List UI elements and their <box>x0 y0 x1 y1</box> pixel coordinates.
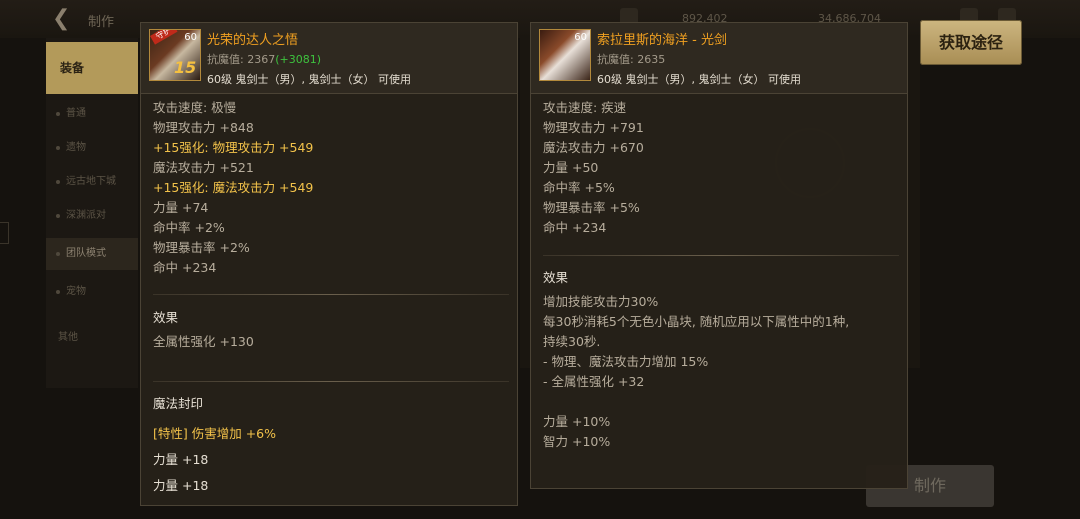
effect-title: 效果 <box>543 270 569 285</box>
seal-line: 力量 +18 <box>153 478 209 493</box>
stat-line: 魔法攻击力 +521 <box>153 160 254 175</box>
sidebar-item-pet[interactable]: 宠物 <box>46 276 138 308</box>
class-requirement: 60级 鬼剑士（男）, 鬼剑士（女） 可使用 <box>207 73 411 86</box>
effect-line: 增加技能攻击力30% <box>543 294 659 309</box>
stat-line: 命中率 +2% <box>153 220 225 235</box>
upgrade-badge: 15 <box>174 58 197 77</box>
back-arrow-icon[interactable]: ❮ <box>52 8 76 30</box>
stat-line: 命中率 +5% <box>543 180 615 195</box>
page-title: 制作 <box>88 15 115 30</box>
level-badge: 60 <box>574 32 587 43</box>
stat-line: +15强化: 魔法攻击力 +549 <box>153 180 314 195</box>
effect-line: 智力 +10% <box>543 434 611 449</box>
resist-value: 抗魔值: 2635 <box>597 53 666 66</box>
sidebar-item-relic[interactable]: 遗物 <box>46 132 138 164</box>
item-name: 光荣的达人之悟 <box>207 33 299 48</box>
corner-tag: 守护 <box>150 30 178 45</box>
divider <box>153 381 509 382</box>
sidebar-item-raid[interactable]: 团队模式 <box>46 238 138 270</box>
item-tooltip-right: 60 索拉里斯的海洋 - 光剑 抗魔值: 2635 60级 鬼剑士（男）, 鬼剑… <box>530 22 908 489</box>
sidebar: 装备 普通 遗物 远古地下城 深渊派对 团队模式 宠物 其他 <box>46 38 138 388</box>
seal-line: 力量 +18 <box>153 452 209 467</box>
item-tooltip-left: 守护 60 15 光荣的达人之悟 抗魔值: 2367(+3081) 60级 鬼剑… <box>140 22 518 506</box>
divider <box>543 255 899 256</box>
stat-line: +15强化: 物理攻击力 +549 <box>153 140 314 155</box>
stat-line: 命中 +234 <box>543 220 607 235</box>
resist-value: 抗魔值: 2367(+3081) <box>207 53 321 66</box>
effect-line: - 物理、魔法攻击力增加 15% <box>543 354 709 369</box>
stat-line: 攻击速度: 极慢 <box>153 100 237 115</box>
sidebar-item-ancient[interactable]: 远古地下城 <box>46 166 138 198</box>
effect-line: 力量 +10% <box>543 414 611 429</box>
sidebar-item-normal[interactable]: 普通 <box>46 98 138 130</box>
stat-line: 命中 +234 <box>153 260 217 275</box>
side-handle[interactable] <box>0 222 9 244</box>
sidebar-item-equipment[interactable]: 装备 <box>46 42 138 94</box>
stat-line: 力量 +74 <box>153 200 209 215</box>
effect-title: 效果 <box>153 310 179 325</box>
stat-line: 魔法攻击力 +670 <box>543 140 644 155</box>
item-header: 守护 60 15 光荣的达人之悟 抗魔值: 2367(+3081) 60级 鬼剑… <box>141 23 517 94</box>
effect-line: - 全属性强化 +32 <box>543 374 645 389</box>
resist-bonus: (+3081) <box>275 53 321 66</box>
seal-title: 魔法封印 <box>153 396 204 411</box>
stat-line: 物理攻击力 +848 <box>153 120 254 135</box>
effect-line: 每30秒消耗5个无色小晶块, 随机应用以下属性中的1种, <box>543 314 850 329</box>
item-name: 索拉里斯的海洋 - 光剑 <box>597 33 727 48</box>
stat-line: 力量 +50 <box>543 160 599 175</box>
sidebar-item-abyss[interactable]: 深渊派对 <box>46 200 138 232</box>
lightsaber-icon: 60 <box>539 29 591 81</box>
stat-line: 物理暴击率 +5% <box>543 200 640 215</box>
seal-line: [特性] 伤害增加 +6% <box>153 426 277 441</box>
level-badge: 60 <box>184 32 197 43</box>
sword-icon: 守护 60 15 <box>149 29 201 81</box>
effect-line: 全属性强化 +130 <box>153 334 254 349</box>
get-source-button[interactable]: 获取途径 <box>920 20 1022 65</box>
effect-line: 持续30秒. <box>543 334 601 349</box>
sidebar-item-other[interactable]: 其他 <box>46 322 138 354</box>
class-requirement: 60级 鬼剑士（男）, 鬼剑士（女） 可使用 <box>597 73 801 86</box>
divider <box>153 294 509 295</box>
stat-line: 物理暴击率 +2% <box>153 240 250 255</box>
item-header: 60 索拉里斯的海洋 - 光剑 抗魔值: 2635 60级 鬼剑士（男）, 鬼剑… <box>531 23 907 94</box>
stat-line: 攻击速度: 疾速 <box>543 100 627 115</box>
stat-line: 物理攻击力 +791 <box>543 120 644 135</box>
